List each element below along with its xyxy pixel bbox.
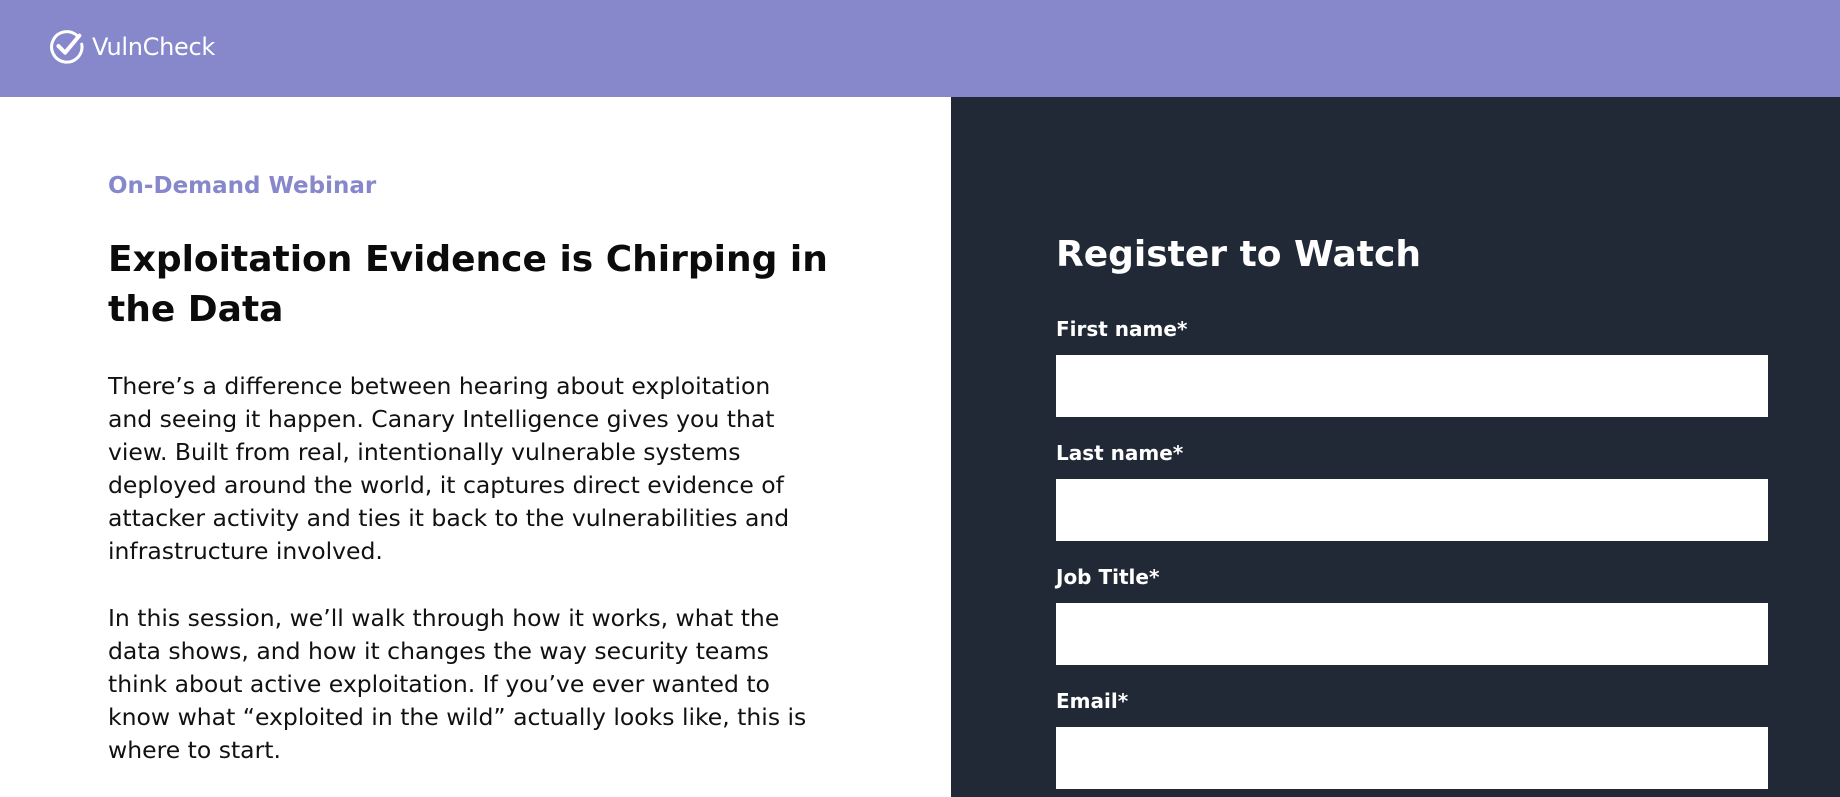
description-paragraph-2: In this session, we’ll walk through how … (108, 604, 807, 764)
last-name-field[interactable] (1056, 479, 1768, 541)
job-title-field[interactable] (1056, 603, 1768, 665)
registration-form-panel: Register to Watch First name* Last name*… (951, 97, 1840, 797)
email-label: Email* (1056, 689, 1129, 713)
job-title-label: Job Title* (1056, 565, 1160, 589)
top-header: VulnCheck (0, 0, 1840, 97)
description-paragraph-1: There’s a difference between hearing abo… (108, 372, 790, 565)
form-title: Register to Watch (1056, 234, 1421, 275)
check-circle-icon (50, 30, 84, 64)
brand-name: VulnCheck (92, 33, 216, 61)
webinar-description-panel: On-Demand Webinar Exploitation Evidence … (0, 97, 951, 797)
last-name-label: Last name* (1056, 441, 1184, 465)
first-name-field[interactable] (1056, 355, 1768, 417)
first-name-label: First name* (1056, 317, 1188, 341)
webinar-eyebrow: On-Demand Webinar (108, 173, 377, 199)
webinar-title: Exploitation Evidence is Chirping in the… (108, 239, 828, 330)
email-field[interactable] (1056, 727, 1768, 789)
brand-logo[interactable]: VulnCheck (48, 28, 215, 66)
